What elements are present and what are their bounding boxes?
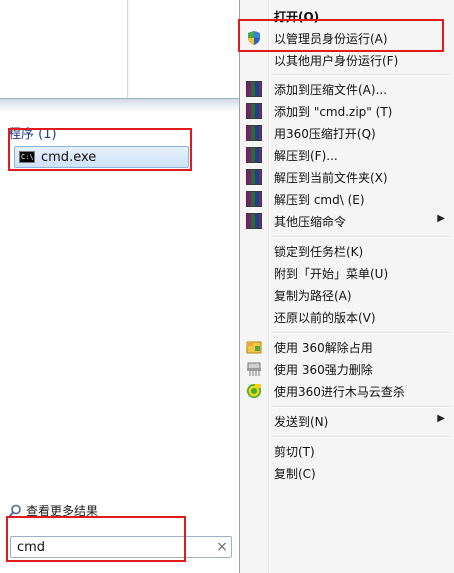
annotation-box-run-as-admin: [238, 19, 444, 52]
menu-item-label: 用360压缩打开(Q): [274, 127, 376, 141]
menu-separator: [272, 436, 450, 438]
winrar-icon: [246, 213, 262, 229]
menu-item-pin-to-taskbar[interactable]: 锁定到任务栏(K): [240, 240, 454, 262]
annotation-box-search: [6, 516, 186, 562]
menu-item-copy-as-path[interactable]: 复制为路径(A): [240, 284, 454, 306]
menu-item-label: 使用 360强力删除: [274, 363, 373, 377]
menu-item-label: 其他压缩命令: [274, 215, 347, 229]
winrar-icon: [246, 81, 262, 97]
menu-item-label: 添加到压缩文件(A)...: [274, 83, 388, 97]
menu-item-label: 以其他用户身份运行(F): [274, 54, 399, 68]
context-menu: 打开(O) 以管理员身份运行(A) 以其他用户身份运行(F) 添加到压缩文件(A…: [239, 0, 454, 573]
menu-item-pin-to-start-menu[interactable]: 附到「开始」菜单(U): [240, 262, 454, 284]
shredder-360-icon: [247, 362, 261, 376]
annotation-box-cmd-program: [8, 128, 192, 171]
menu-separator: [272, 406, 450, 408]
menu-item-restore-previous-versions[interactable]: 还原以前的版本(V): [240, 306, 454, 328]
submenu-arrow-icon: ▶: [437, 213, 445, 224]
menu-item-send-to[interactable]: 发送到(N) ▶: [240, 410, 454, 432]
unlock-360-icon: [246, 341, 262, 354]
menu-item-label: 使用 360解除占用: [274, 341, 373, 355]
menu-item-label: 锁定到任务栏(K): [274, 245, 364, 259]
menu-separator: [272, 236, 450, 238]
menu-item-run-as-other-user[interactable]: 以其他用户身份运行(F): [240, 49, 454, 71]
menu-item-label: 复制(C): [274, 467, 316, 481]
menu-item-add-to-zip[interactable]: 添加到 "cmd.zip" (T): [240, 100, 454, 122]
menu-item-copy[interactable]: 复制(C): [240, 462, 454, 484]
menu-item-label: 解压到当前文件夹(X): [274, 171, 388, 185]
menu-item-label: 附到「开始」菜单(U): [274, 267, 389, 281]
menu-item-360-force-delete[interactable]: 使用 360强力删除: [240, 358, 454, 380]
menu-item-label: 还原以前的版本(V): [274, 311, 376, 325]
menu-item-other-compress-commands[interactable]: 其他压缩命令 ▶: [240, 210, 454, 232]
clear-search-icon[interactable]: ×: [213, 539, 231, 555]
background-window: [0, 0, 240, 98]
winrar-icon: [246, 169, 262, 185]
menu-item-label: 解压到 cmd\ (E): [274, 193, 365, 207]
background-pane-left: [0, 0, 128, 98]
winrar-icon: [246, 103, 262, 119]
menu-item-extract-to-cmd[interactable]: 解压到 cmd\ (E): [240, 188, 454, 210]
menu-item-360-trojan-scan[interactable]: 使用360进行木马云查杀: [240, 380, 454, 402]
menu-item-extract-here[interactable]: 解压到当前文件夹(X): [240, 166, 454, 188]
winrar-icon: [246, 191, 262, 207]
winrar-icon: [246, 125, 262, 141]
menu-item-label: 剪切(T): [274, 445, 315, 459]
submenu-arrow-icon: ▶: [437, 413, 445, 424]
menu-item-label: 解压到(F)...: [274, 149, 338, 163]
antivirus-360-icon: [247, 384, 261, 398]
menu-item-label: 复制为路径(A): [274, 289, 352, 303]
menu-separator: [272, 74, 450, 76]
menu-item-add-to-archive[interactable]: 添加到压缩文件(A)...: [240, 78, 454, 100]
menu-item-cut[interactable]: 剪切(T): [240, 440, 454, 462]
menu-item-extract-to[interactable]: 解压到(F)...: [240, 144, 454, 166]
winrar-icon: [246, 147, 262, 163]
menu-item-360-unlock[interactable]: 使用 360解除占用: [240, 336, 454, 358]
menu-item-label: 发送到(N): [274, 415, 329, 429]
menu-item-label: 添加到 "cmd.zip" (T): [274, 105, 393, 119]
menu-item-label: 使用360进行木马云查杀: [274, 385, 405, 399]
menu-item-open-with-360zip[interactable]: 用360压缩打开(Q): [240, 122, 454, 144]
menu-separator: [272, 332, 450, 334]
background-pane-right: [129, 0, 240, 98]
